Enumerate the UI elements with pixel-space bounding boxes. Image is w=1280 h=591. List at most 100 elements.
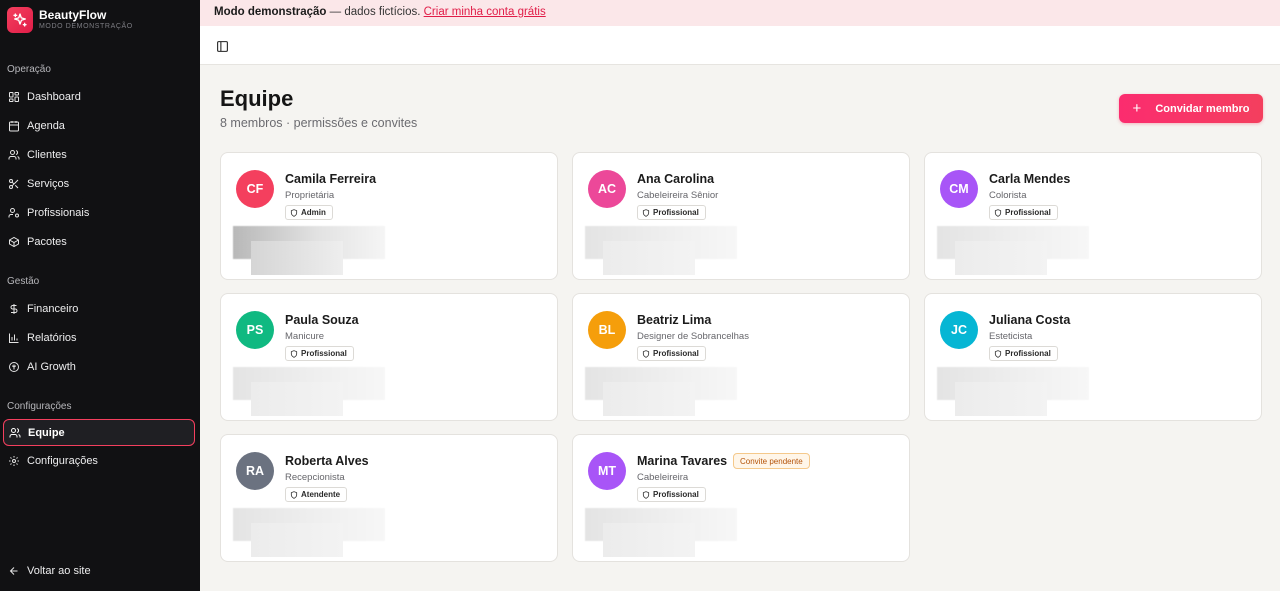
member-role: Manicure <box>285 331 325 342</box>
member-role: Esteticista <box>989 331 1033 342</box>
redacted-contact-info <box>251 382 343 416</box>
permission-label: Admin <box>301 208 326 217</box>
sidebar-item-pacotes[interactable]: Pacotes <box>0 227 195 256</box>
demo-banner: Modo demonstração — dados fictícios. Cri… <box>200 0 1280 26</box>
calendar-icon <box>9 120 19 131</box>
sidebar-item-label: Equipe <box>28 426 65 439</box>
plus-icon: + <box>1132 100 1142 117</box>
permission-badge: Profissional <box>637 346 706 361</box>
permission-label: Profissional <box>301 349 347 358</box>
shield-icon <box>290 208 298 217</box>
sidebar-item-financeiro[interactable]: Financeiro <box>0 294 195 323</box>
sidebar-item-equipe[interactable]: Equipe <box>3 419 195 446</box>
invite-member-button[interactable]: + Convidar membro <box>1119 94 1263 123</box>
sidebar-item-label: Financeiro <box>27 302 79 315</box>
redacted-contact-info <box>251 523 343 557</box>
team-icon <box>9 427 21 437</box>
sidebar-item-label: Serviços <box>27 177 70 190</box>
bar-chart-icon <box>9 333 19 343</box>
brain-icon <box>9 361 19 372</box>
sidebar-item-ai-growth[interactable]: AI Growth <box>0 352 195 381</box>
gear-icon <box>9 455 19 466</box>
member-card[interactable]: CF Camila Ferreira Proprietária Admin <box>220 152 558 280</box>
member-name: Carla Mendes <box>989 172 1071 186</box>
redacted-contact-info <box>251 241 343 275</box>
sidebar-item-configuracoes[interactable]: Configurações <box>0 446 195 475</box>
avatar: JC <box>940 311 978 349</box>
brand[interactable]: BeautyFlow MODO DEMONSTRAÇÃO <box>0 0 200 40</box>
user-cog-icon <box>8 207 19 217</box>
permission-badge: Profissional <box>989 205 1058 220</box>
sidebar-item-label: Pacotes <box>27 235 67 248</box>
member-card[interactable]: AC Ana Carolina Cabeleireira Sênior Profiss… <box>572 152 910 280</box>
member-name: Juliana Costa <box>989 313 1071 327</box>
shield-icon <box>642 349 650 358</box>
permission-badge: Profissional <box>989 346 1058 361</box>
sidebar-item-label: Configurações <box>27 454 98 467</box>
sidebar-item-label: Relatórios <box>27 331 77 344</box>
avatar: PS <box>236 311 274 349</box>
sidebar-item-profissionais[interactable]: Profissionais <box>0 198 195 227</box>
sidebar-item-label: Dashboard <box>27 90 81 103</box>
scissors-icon <box>9 178 19 189</box>
redacted-contact-info <box>603 241 695 275</box>
shield-icon <box>642 490 650 499</box>
avatar: AC <box>588 170 626 208</box>
sidebar-item-clientes[interactable]: Clientes <box>0 140 195 169</box>
member-role: Recepcionista <box>285 472 345 483</box>
pending-invite-badge: Convite pendente <box>733 453 810 469</box>
sidebar-item-label: Agenda <box>27 119 65 132</box>
member-name: Roberta Alves <box>285 454 369 468</box>
sidebar-item-relatorios[interactable]: Relatórios <box>0 323 195 352</box>
brand-subtitle: MODO DEMONSTRAÇÃO <box>39 23 133 30</box>
avatar: BL <box>588 311 626 349</box>
member-card[interactable]: CM Carla Mendes Colorista Profissional <box>924 152 1262 280</box>
redacted-contact-info <box>603 382 695 416</box>
member-role: Cabeleireira <box>637 472 689 483</box>
nav-section-operacao: Operação <box>7 64 51 75</box>
member-card[interactable]: RA Roberta Alves Recepcionista Atendente <box>220 434 558 562</box>
member-card[interactable]: PS Paula Souza Manicure Profissional <box>220 293 558 421</box>
avatar: CF <box>236 170 274 208</box>
sidebar-item-servicos[interactable]: Serviços <box>0 169 195 198</box>
member-name: Camila Ferreira <box>285 172 377 186</box>
permission-badge: Profissional <box>285 346 354 361</box>
sidebar-item-dashboard[interactable]: Dashboard <box>0 82 195 111</box>
member-card[interactable]: BL Beatriz Lima Designer de Sobrancelhas Pr… <box>572 293 910 421</box>
back-to-site-link[interactable]: Voltar ao site <box>0 556 99 585</box>
shield-icon <box>994 208 1002 217</box>
permission-label: Profissional <box>653 490 699 499</box>
dollar-icon <box>10 303 18 314</box>
page-subtitle: 8 membros · permissões e convites <box>220 116 418 130</box>
sidebar: BeautyFlow MODO DEMONSTRAÇÃO Operação Da… <box>0 0 200 591</box>
banner-title: Modo demonstração <box>214 6 327 18</box>
shield-icon <box>290 349 298 358</box>
sidebar-toggle-button[interactable] <box>214 38 230 54</box>
permission-badge: Profissional <box>637 487 706 502</box>
create-account-link[interactable]: Criar minha conta grátis <box>424 6 546 18</box>
brand-name: BeautyFlow <box>39 8 107 22</box>
nav-section-configuracoes: Configurações <box>7 401 72 412</box>
permission-badge: Profissional <box>637 205 706 220</box>
sidebar-item-label: Clientes <box>27 148 67 161</box>
member-name: Paula Souza <box>285 313 359 327</box>
users-icon <box>8 149 20 159</box>
nav-section-gestao: Gestão <box>7 276 40 287</box>
back-to-site-label: Voltar ao site <box>27 564 91 577</box>
member-card[interactable]: JC Juliana Costa Esteticista Profissional <box>924 293 1262 421</box>
sidebar-item-agenda[interactable]: Agenda <box>0 111 195 140</box>
redacted-contact-info <box>603 523 695 557</box>
shield-icon <box>994 349 1002 358</box>
panel-left-icon <box>216 40 228 52</box>
member-role: Proprietária <box>285 190 335 201</box>
sidebar-item-label: Profissionais <box>27 206 90 219</box>
dashboard-icon <box>9 91 19 102</box>
invite-member-label: Convidar membro <box>1155 102 1250 115</box>
page-title: Equipe <box>220 86 294 111</box>
avatar: CM <box>940 170 978 208</box>
member-name: Marina Tavares <box>637 454 728 468</box>
member-card[interactable]: MT Marina Tavares Convite pendente Cabeleir… <box>572 434 910 562</box>
avatar: MT <box>588 452 626 490</box>
topbar <box>200 26 1280 65</box>
shield-icon <box>290 490 298 499</box>
